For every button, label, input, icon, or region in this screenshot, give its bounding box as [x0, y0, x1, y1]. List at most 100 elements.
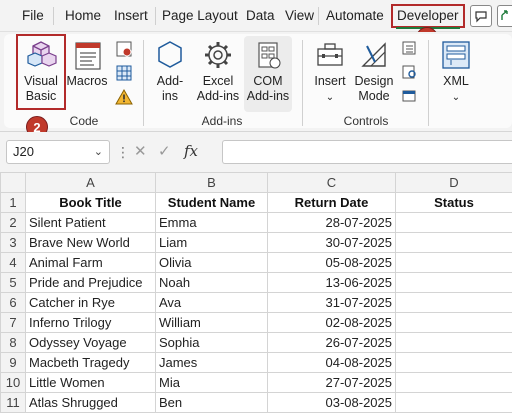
cell[interactable]: Student Name	[155, 192, 268, 213]
tab-file[interactable]: File	[22, 0, 44, 32]
cell[interactable]: Ava	[155, 292, 268, 313]
cell[interactable]: Pride and Prejudice	[25, 272, 156, 293]
comments-button[interactable]	[470, 5, 492, 27]
formula-input[interactable]	[222, 140, 512, 164]
macro-security-button[interactable]	[115, 88, 133, 111]
com-add-ins-label-1: COM	[253, 74, 283, 88]
tab-data[interactable]: Data	[246, 0, 275, 32]
cell[interactable]	[395, 232, 512, 253]
row-header[interactable]: 10	[0, 372, 26, 393]
tab-insert[interactable]: Insert	[114, 0, 148, 32]
cell[interactable]: William	[155, 312, 268, 333]
column-header-d[interactable]: D	[395, 172, 512, 193]
cell[interactable]: Liam	[155, 232, 268, 253]
row-header[interactable]: 11	[0, 392, 26, 413]
cell[interactable]	[395, 252, 512, 273]
tab-page-layout[interactable]: Page Layout	[162, 0, 238, 32]
cell[interactable]	[395, 212, 512, 233]
excel-add-ins-label-1: Excel	[202, 74, 234, 88]
group-divider	[428, 40, 429, 126]
view-code-button[interactable]	[401, 64, 417, 85]
cell[interactable]	[395, 392, 512, 413]
table-row: 10 Little Women Mia 27-07-2025	[0, 372, 512, 393]
tab-home[interactable]: Home	[65, 0, 101, 32]
excel-add-ins-button[interactable]: Excel Add-ins	[194, 38, 242, 104]
column-header-b[interactable]: B	[155, 172, 268, 193]
cell[interactable]: Macbeth Tragedy	[25, 352, 156, 373]
cell[interactable]: 26-07-2025	[267, 332, 396, 353]
cell[interactable]: Emma	[155, 212, 268, 233]
share-button[interactable]	[497, 5, 512, 27]
cell[interactable]: Odyssey Voyage	[25, 332, 156, 353]
add-ins-button[interactable]: Add- ins	[150, 38, 190, 104]
xml-button[interactable]: XML ⌄	[434, 38, 478, 105]
row-header[interactable]: 2	[0, 212, 26, 233]
view-code-icon	[402, 65, 416, 79]
cell[interactable]: Mia	[155, 372, 268, 393]
row-header[interactable]: 8	[0, 332, 26, 353]
tab-automate[interactable]: Automate	[326, 0, 384, 32]
cell[interactable]: Status	[395, 192, 512, 213]
cell[interactable]: 13-06-2025	[267, 272, 396, 293]
row-header[interactable]: 9	[0, 352, 26, 373]
tab-divider	[53, 7, 54, 25]
cell[interactable]: 05-08-2025	[267, 252, 396, 273]
chevron-down-icon[interactable]: ⌄	[94, 141, 103, 163]
macros-button[interactable]: Macros	[66, 38, 108, 89]
visual-basic-button[interactable]: Visual Basic	[18, 38, 64, 104]
add-ins-label-2: ins	[162, 89, 178, 103]
row-header[interactable]: 4	[0, 252, 26, 273]
row-header[interactable]: 3	[0, 232, 26, 253]
cancel-icon[interactable]: ✕	[134, 142, 147, 160]
cell[interactable]: 02-08-2025	[267, 312, 396, 333]
cell[interactable]	[395, 312, 512, 333]
select-all-corner[interactable]	[0, 172, 26, 193]
com-add-ins-button[interactable]: COM Add-ins	[244, 36, 292, 112]
relative-references-button[interactable]	[115, 64, 133, 87]
cell[interactable]	[395, 372, 512, 393]
cell[interactable]	[395, 292, 512, 313]
comment-icon	[475, 11, 487, 23]
row-header[interactable]: 5	[0, 272, 26, 293]
com-add-ins-icon	[258, 42, 281, 69]
cell[interactable]: 28-07-2025	[267, 212, 396, 233]
cell[interactable]	[395, 332, 512, 353]
cell[interactable]: Noah	[155, 272, 268, 293]
cell[interactable]: 27-07-2025	[267, 372, 396, 393]
column-header-a[interactable]: A	[25, 172, 156, 193]
row-header[interactable]: 6	[0, 292, 26, 313]
cell[interactable]: Atlas Shrugged	[25, 392, 156, 413]
insert-controls-label: Insert	[314, 74, 346, 88]
row-header[interactable]: 1	[0, 192, 26, 213]
cell[interactable]: 31-07-2025	[267, 292, 396, 313]
cell[interactable]: Return Date	[267, 192, 396, 213]
cell[interactable]: 04-08-2025	[267, 352, 396, 373]
cell[interactable]	[395, 352, 512, 373]
enter-icon[interactable]: ✓	[158, 142, 171, 160]
properties-button[interactable]	[401, 40, 417, 61]
record-macro-button[interactable]	[115, 40, 133, 63]
cell[interactable]: 30-07-2025	[267, 232, 396, 253]
cell[interactable]: Animal Farm	[25, 252, 156, 273]
cell[interactable]	[395, 272, 512, 293]
cell[interactable]: Inferno Trilogy	[25, 312, 156, 333]
row-header[interactable]: 7	[0, 312, 26, 333]
cell[interactable]: 03-08-2025	[267, 392, 396, 413]
cell[interactable]: Brave New World	[25, 232, 156, 253]
cell[interactable]: Ben	[155, 392, 268, 413]
name-box[interactable]: J20 ⌄	[6, 140, 110, 164]
cell[interactable]: Sophia	[155, 332, 268, 353]
cell[interactable]: Olivia	[155, 252, 268, 273]
cell[interactable]: James	[155, 352, 268, 373]
cell[interactable]: Little Women	[25, 372, 156, 393]
insert-function-button[interactable]: fx	[184, 142, 198, 160]
design-mode-button[interactable]: Design Mode	[352, 38, 396, 104]
cell[interactable]: Book Title	[25, 192, 156, 213]
run-dialog-button[interactable]	[401, 88, 417, 109]
cell[interactable]: Catcher in Rye	[25, 292, 156, 313]
tab-developer[interactable]: Developer	[391, 4, 465, 29]
column-header-c[interactable]: C	[267, 172, 396, 193]
tab-view[interactable]: View	[285, 0, 314, 32]
cell[interactable]: Silent Patient	[25, 212, 156, 233]
insert-controls-button[interactable]: Insert ⌄	[308, 38, 352, 105]
